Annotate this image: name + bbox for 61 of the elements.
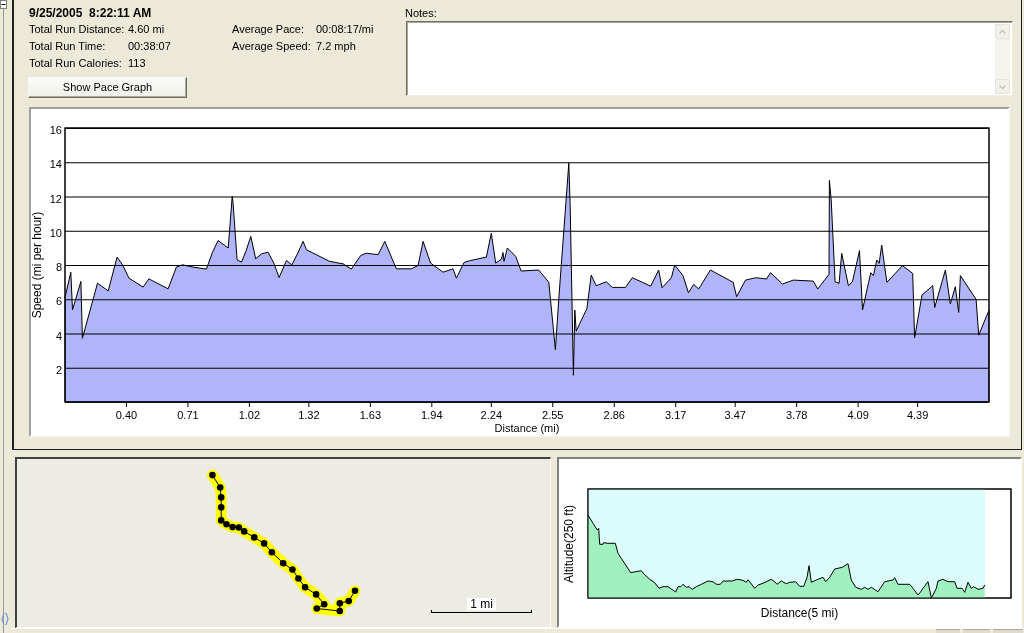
run-date-time: 9/25/2005 8:22:11 AM — [29, 6, 152, 21]
route-point — [260, 540, 268, 547]
x-tick-label: 3.17 — [665, 409, 687, 421]
y-tick-label: 12 — [49, 192, 62, 205]
show-pace-graph-button[interactable]: Show Pace Graph — [28, 76, 187, 98]
y-tick-label: 8 — [55, 261, 62, 273]
stat-label: Total Run Time: — [29, 40, 107, 52]
x-tick-label: 1.02 — [238, 409, 261, 421]
notes-label: Notes: — [405, 6, 437, 21]
route-point — [289, 566, 296, 573]
stat-value: 4.60 mi — [128, 23, 166, 36]
scrollbar[interactable] — [995, 24, 1010, 94]
y-axis-title: Speed (mi per hour) — [30, 211, 44, 319]
y-axis-title: Altitude(250 ft) — [562, 505, 576, 583]
chevron-down-icon — [999, 84, 1006, 89]
route-point — [217, 494, 225, 501]
minus-box-icon[interactable] — [0, 0, 7, 9]
route-point — [216, 484, 224, 491]
y-tick-label: 6 — [55, 295, 62, 308]
splitter-arrows-icon[interactable] — [1, 612, 9, 626]
y-tick-label: 2 — [55, 363, 62, 376]
scroll-up-button[interactable] — [995, 24, 1010, 39]
stat-value: 00:08:17/mi — [316, 23, 374, 36]
chevron-up-icon — [999, 29, 1006, 34]
stat-value: 113 — [128, 56, 147, 69]
route-point — [312, 591, 320, 598]
route-point — [268, 549, 276, 556]
y-tick-label: 16 — [49, 124, 62, 136]
y-tick-label: 10 — [49, 226, 62, 239]
y-tick-label: 4 — [55, 329, 62, 342]
x-tick-label: 2.86 — [603, 409, 625, 421]
x-tick-label: 3.78 — [785, 409, 808, 421]
route-point — [301, 584, 309, 591]
route-point — [217, 504, 225, 511]
x-tick-label: 1.94 — [421, 409, 443, 421]
stat-label: Total Run Distance: — [29, 23, 126, 36]
x-tick-label: 3.47 — [724, 409, 746, 421]
x-axis-title: Distance (mi) — [494, 422, 560, 434]
route-point — [209, 471, 216, 479]
stat-value: 00:38:07 — [128, 40, 172, 52]
route-point — [279, 559, 287, 567]
scroll-down-button[interactable] — [995, 79, 1010, 94]
route-point — [295, 575, 302, 582]
scale-label: 1 mi — [467, 598, 496, 610]
x-tick-label: 0.40 — [115, 409, 138, 421]
x-tick-label: 0.71 — [177, 409, 199, 421]
route-point — [250, 534, 258, 541]
x-tick-label: 1.63 — [359, 409, 382, 421]
x-tick-label: 4.39 — [906, 409, 929, 421]
y-tick-label: 14 — [49, 158, 62, 171]
x-tick-label: 1.32 — [298, 409, 320, 421]
stat-label: Total Run Calories: — [29, 56, 123, 69]
x-tick-label: 4.09 — [847, 409, 869, 421]
stat-label: Average Pace: — [232, 23, 305, 36]
route-point — [351, 587, 359, 595]
x-tick-label: 2.55 — [542, 409, 564, 421]
stat-label: Average Speed: — [232, 40, 312, 52]
x-axis-title: Distance(5 mi) — [760, 606, 839, 620]
x-tick-label: 2.24 — [480, 409, 502, 421]
stat-value: 7.2 mph — [316, 40, 356, 52]
notes-field[interactable] — [406, 21, 1013, 96]
